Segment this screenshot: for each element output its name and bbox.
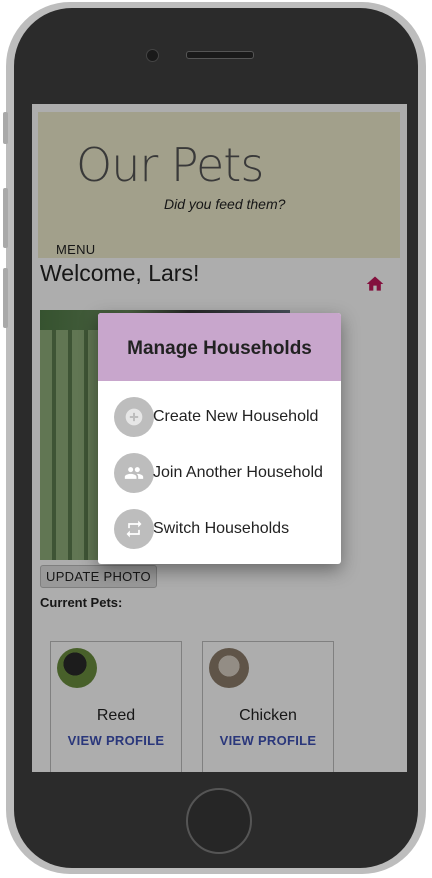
silent-switch	[3, 112, 8, 144]
dialog-title: Manage Households	[127, 338, 312, 359]
add-circle-icon	[114, 397, 154, 437]
switch-households-option[interactable]: Switch Households	[114, 509, 339, 549]
swap-icon	[114, 509, 154, 549]
create-household-label: Create New Household	[153, 408, 319, 425]
earpiece-speaker	[186, 51, 254, 59]
group-icon	[114, 453, 154, 493]
manage-households-dialog: Manage Households Create New Household J…	[98, 313, 341, 564]
volume-down-button	[3, 268, 8, 328]
app-screen: Our Pets Did you feed them? MENU Welcome…	[32, 104, 407, 772]
join-household-option[interactable]: Join Another Household	[114, 453, 339, 493]
join-household-label: Join Another Household	[153, 464, 323, 481]
switch-households-label: Switch Households	[153, 520, 290, 537]
create-household-option[interactable]: Create New Household	[114, 397, 339, 437]
dialog-header: Manage Households	[98, 313, 341, 381]
front-camera	[146, 49, 159, 62]
device-home-button[interactable]	[186, 788, 252, 854]
volume-up-button	[3, 188, 8, 248]
